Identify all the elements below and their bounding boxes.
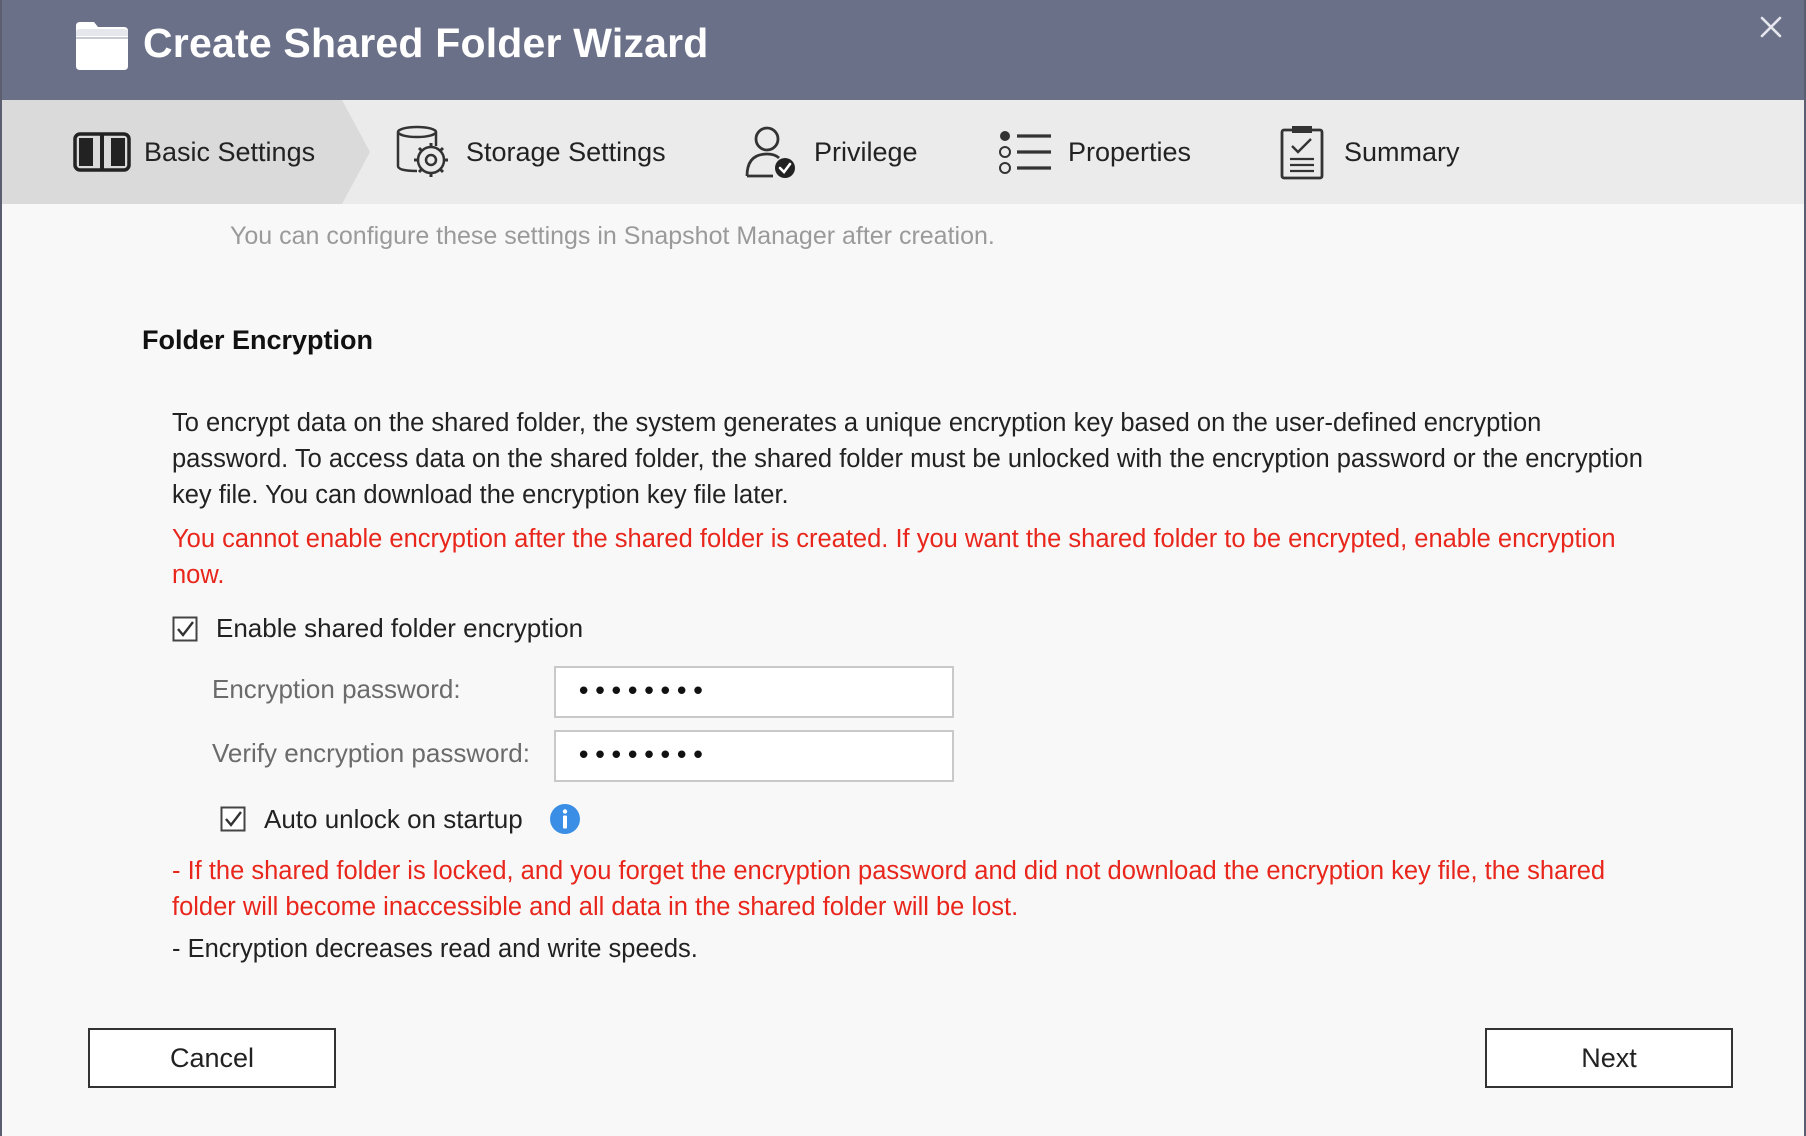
data-loss-warning: - If the shared folder is locked, and yo… xyxy=(172,857,1606,921)
step-label: Summary xyxy=(1344,136,1460,167)
step-label: Properties xyxy=(1068,136,1192,167)
step-label: Basic Settings xyxy=(144,136,316,167)
step-label: Privilege xyxy=(814,136,918,167)
user-check-icon xyxy=(745,126,795,178)
step-privilege[interactable]: Privilege xyxy=(742,100,918,204)
step-summary[interactable]: Summary xyxy=(1272,100,1460,204)
checkbox-checked-icon xyxy=(220,806,246,832)
encryption-warning: You cannot enable encryption after the s… xyxy=(172,525,1616,589)
enable-encryption-checkbox[interactable]: Enable shared folder encryption xyxy=(172,613,583,644)
cancel-button[interactable]: Cancel xyxy=(88,1028,336,1088)
close-icon[interactable] xyxy=(1756,12,1786,42)
verify-password-field[interactable]: •••••••• xyxy=(554,730,954,782)
folder-icon xyxy=(76,22,128,70)
step-properties[interactable]: Properties xyxy=(996,100,1191,204)
storage-gear-icon xyxy=(396,125,448,177)
checkbox-checked-icon xyxy=(172,616,198,641)
auto-unlock-label: Auto unlock on startup xyxy=(264,803,523,834)
step-basic-settings[interactable]: Basic Settings xyxy=(72,100,315,204)
password-label: Encryption password: xyxy=(212,674,461,704)
snapshot-hint: You can configure these settings in Snap… xyxy=(230,222,995,250)
section-title: Folder Encryption xyxy=(142,325,374,355)
next-button[interactable]: Next xyxy=(1485,1028,1733,1088)
list-icon xyxy=(999,131,1051,174)
encryption-description: To encrypt data on the shared folder, th… xyxy=(172,409,1643,509)
window-title: Create Shared Folder Wizard xyxy=(143,20,709,66)
step-storage-settings[interactable]: Storage Settings xyxy=(394,100,666,204)
step-label: Storage Settings xyxy=(466,136,666,167)
info-icon[interactable] xyxy=(549,803,581,835)
wizard-window: Create Shared Folder Wizard Basic Settin… xyxy=(2,0,1804,1136)
clipboard-check-icon xyxy=(1280,126,1324,180)
wizard-steps: Basic Settings Storage Settings Privileg… xyxy=(2,100,1804,204)
enable-encryption-label: Enable shared folder encryption xyxy=(216,613,584,643)
speed-note: - Encryption decreases read and write sp… xyxy=(172,935,698,963)
encryption-password-field[interactable]: •••••••• xyxy=(554,666,954,718)
title-bar: Create Shared Folder Wizard xyxy=(2,0,1804,100)
verify-password-label: Verify encryption password: xyxy=(212,738,530,768)
auto-unlock-checkbox[interactable]: Auto unlock on startup xyxy=(220,803,581,835)
book-icon xyxy=(73,132,131,172)
